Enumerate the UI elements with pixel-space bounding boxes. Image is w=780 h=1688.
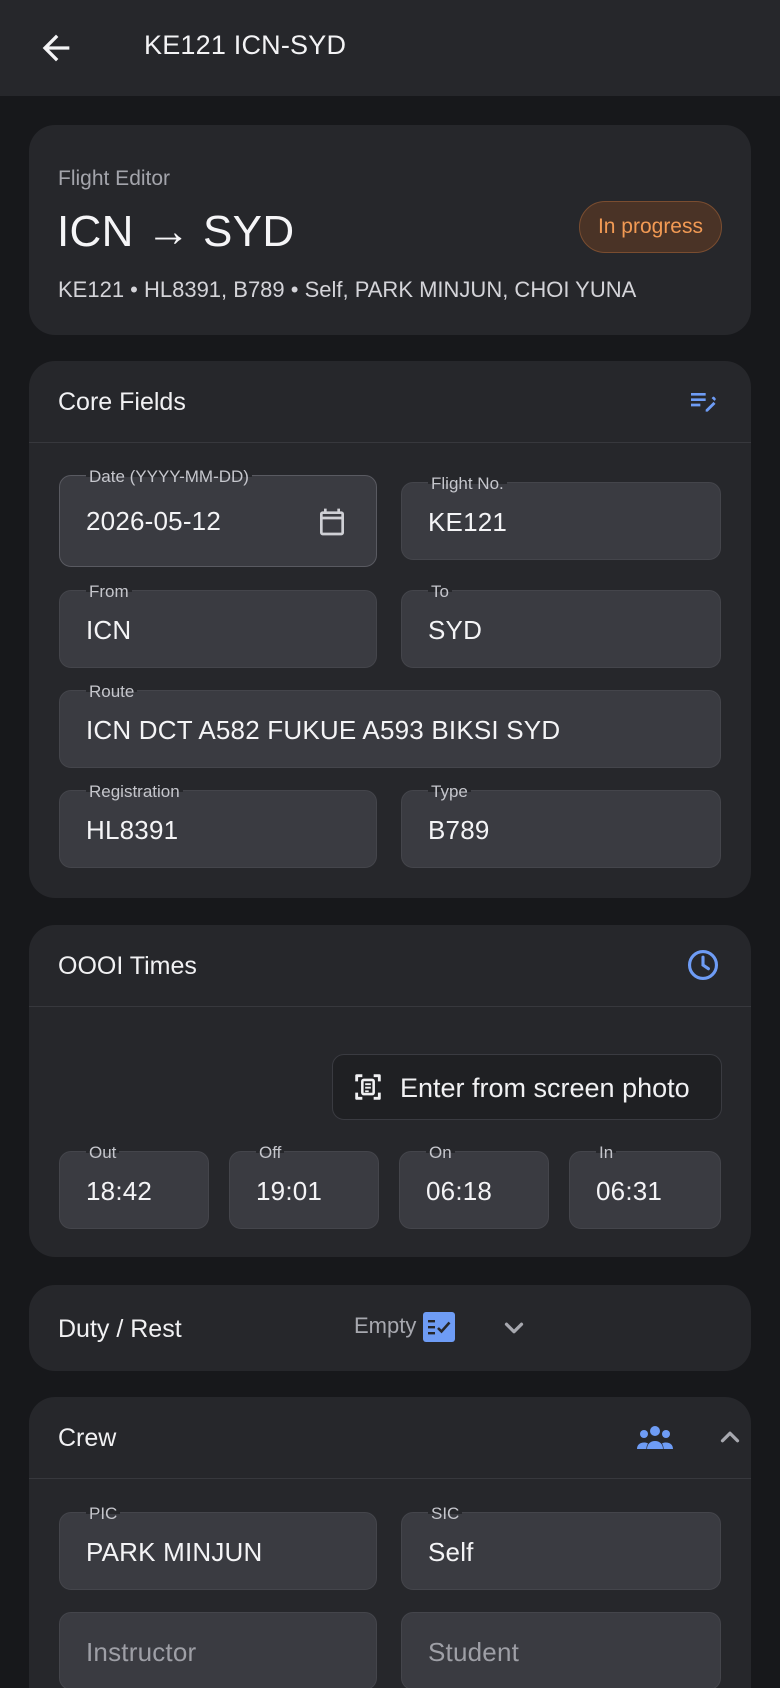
core-fields-title: Core Fields — [58, 388, 186, 416]
student-placeholder: Student — [428, 1637, 520, 1667]
flight-no-label: Flight No. — [428, 474, 507, 494]
type-field[interactable]: Type B789 — [401, 782, 721, 868]
flight-summary-card: Flight Editor ICN → SYD In progress KE12… — [29, 125, 751, 335]
edit-note-icon — [685, 383, 721, 419]
checklist-icon — [423, 1312, 455, 1342]
back-button[interactable] — [32, 24, 80, 72]
route-field[interactable]: Route ICN DCT A582 FUKUE A593 BIKSI SYD — [59, 682, 721, 768]
oooi-title: OOOI Times — [58, 952, 197, 980]
clock-icon — [685, 947, 721, 983]
from-value: ICN — [86, 615, 132, 645]
crew-card: Crew PIC PARK MINJUN SIC Self Instructor… — [29, 1397, 751, 1688]
to-label: To — [428, 582, 452, 602]
type-label: Type — [428, 782, 471, 802]
date-field[interactable]: Date (YYYY-MM-DD) 2026-05-12 — [59, 467, 377, 567]
chevron-up-icon[interactable] — [715, 1422, 745, 1452]
enter-from-photo-label: Enter from screen photo — [400, 1073, 690, 1103]
registration-label: Registration — [86, 782, 183, 802]
duty-status: Empty — [354, 1313, 417, 1338]
registration-value: HL8391 — [86, 815, 179, 845]
off-value: 19:01 — [256, 1176, 323, 1206]
on-label: On — [426, 1143, 455, 1163]
app-bar: KE121 ICN-SYD — [0, 0, 780, 96]
sic-label: SIC — [428, 1504, 463, 1524]
crew-title: Crew — [58, 1424, 117, 1452]
editor-eyebrow: Flight Editor — [58, 167, 171, 190]
out-time-field[interactable]: Out 18:42 — [59, 1143, 209, 1229]
route-label: Route — [86, 682, 138, 702]
route-title: ICN → SYD — [57, 207, 295, 256]
off-time-field[interactable]: Off 19:01 — [229, 1143, 379, 1229]
flight-meta: KE121 • HL8391, B789 • Self, PARK MINJUN… — [58, 277, 637, 302]
core-fields-card: Core Fields Date (YYYY-MM-DD) 2026-05-12… — [29, 361, 751, 898]
in-time-field[interactable]: In 06:31 — [569, 1143, 721, 1229]
group-icon — [635, 1419, 675, 1455]
status-badge: In progress — [578, 201, 722, 253]
sic-field[interactable]: SIC Self — [401, 1504, 721, 1590]
pic-value: PARK MINJUN — [86, 1537, 263, 1567]
in-label: In — [596, 1143, 617, 1163]
arrow-left-icon — [42, 34, 70, 62]
to-value: SYD — [428, 615, 483, 645]
flight-no-value: KE121 — [428, 507, 508, 537]
instructor-placeholder: Instructor — [86, 1637, 197, 1667]
off-label: Off — [256, 1143, 285, 1163]
out-label: Out — [86, 1143, 120, 1163]
student-field[interactable]: Student — [401, 1612, 721, 1688]
out-value: 18:42 — [86, 1176, 153, 1206]
from-field[interactable]: From ICN — [59, 582, 377, 668]
on-value: 06:18 — [426, 1176, 493, 1206]
oooi-times-card: OOOI Times Enter from screen photo Out 1… — [29, 925, 751, 1257]
sic-value: Self — [428, 1537, 474, 1567]
crew-header[interactable]: Crew — [29, 1397, 751, 1479]
in-value: 06:31 — [596, 1176, 663, 1206]
document-scanner-icon — [355, 1074, 381, 1100]
pic-field[interactable]: PIC PARK MINJUN — [59, 1504, 377, 1590]
duty-rest-card[interactable]: Duty / Rest Empty — [29, 1285, 751, 1371]
page-title: KE121 ICN-SYD — [144, 30, 347, 60]
flight-no-field[interactable]: Flight No. KE121 — [401, 474, 721, 560]
instructor-field[interactable]: Instructor — [59, 1612, 377, 1688]
on-time-field[interactable]: On 06:18 — [399, 1143, 549, 1229]
oooi-header: OOOI Times — [29, 925, 751, 1007]
to-field[interactable]: To SYD — [401, 582, 721, 668]
core-fields-header: Core Fields — [29, 361, 751, 443]
from-label: From — [86, 582, 132, 602]
pic-label: PIC — [86, 1504, 121, 1524]
route-value: ICN DCT A582 FUKUE A593 BIKSI SYD — [86, 715, 561, 745]
registration-field[interactable]: Registration HL8391 — [59, 782, 377, 868]
date-value: 2026-05-12 — [86, 506, 221, 536]
enter-from-photo-button[interactable]: Enter from screen photo — [332, 1054, 722, 1120]
chevron-down-icon[interactable] — [499, 1313, 529, 1343]
duty-rest-title: Duty / Rest — [58, 1315, 182, 1343]
date-label: Date (YYYY-MM-DD) — [86, 467, 252, 487]
type-value: B789 — [428, 815, 490, 845]
calendar-icon[interactable] — [316, 506, 348, 538]
